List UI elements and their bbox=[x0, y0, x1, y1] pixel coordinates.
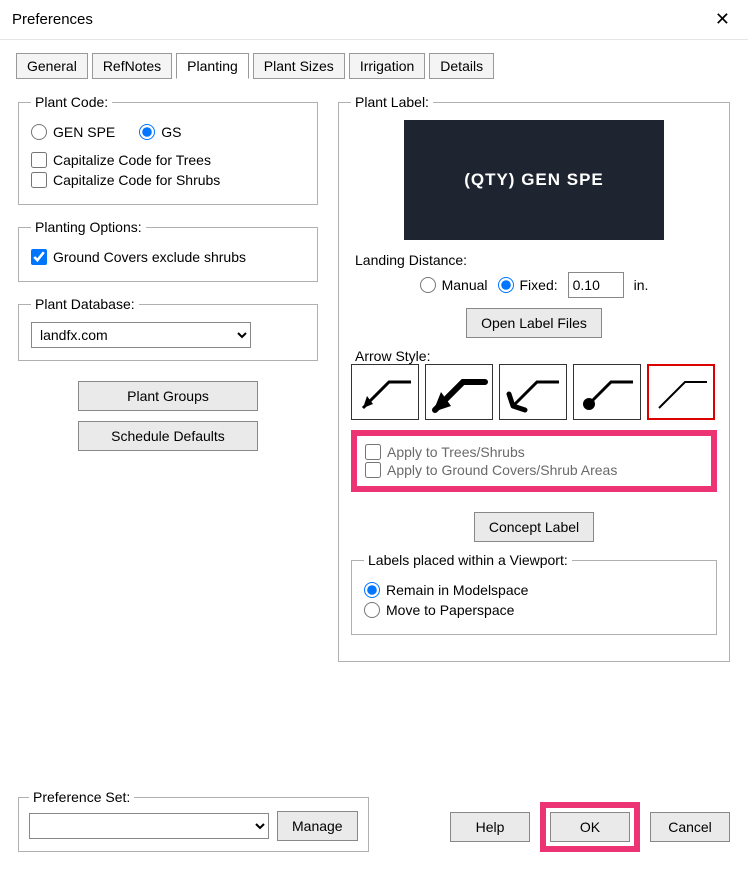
check-apply-trees[interactable]: Apply to Trees/Shrubs bbox=[365, 444, 703, 460]
window-title: Preferences bbox=[12, 11, 709, 28]
check-gc-exclude[interactable]: Ground Covers exclude shrubs bbox=[31, 249, 305, 265]
legend-plant-code: Plant Code: bbox=[31, 94, 112, 110]
close-icon[interactable]: ✕ bbox=[709, 9, 736, 30]
check-cap-trees[interactable]: Capitalize Code for Trees bbox=[31, 152, 305, 168]
radio-landing-manual-input[interactable] bbox=[420, 277, 436, 293]
check-gc-exclude-input[interactable] bbox=[31, 249, 47, 265]
arrow-style-1[interactable] bbox=[351, 364, 419, 420]
select-plant-database[interactable]: landfx.com bbox=[31, 322, 251, 348]
concept-label-button[interactable]: Concept Label bbox=[474, 512, 594, 542]
check-apply-trees-input[interactable] bbox=[365, 444, 381, 460]
schedule-defaults-button[interactable]: Schedule Defaults bbox=[78, 421, 258, 451]
radio-landing-fixed[interactable]: Fixed: bbox=[498, 277, 558, 293]
group-arrow-style: Arrow Style: bbox=[351, 348, 717, 502]
group-plant-code: Plant Code: GEN SPE GS Capitalize Code f… bbox=[18, 94, 318, 205]
check-cap-trees-input[interactable] bbox=[31, 152, 47, 168]
legend-arrow-style: Arrow Style: bbox=[351, 348, 434, 364]
radio-remain-modelspace-input[interactable] bbox=[364, 582, 380, 598]
group-plant-label: Plant Label: (QTY) GEN SPE Landing Dista… bbox=[338, 94, 730, 662]
legend-plant-database: Plant Database: bbox=[31, 296, 139, 312]
group-planting-options: Planting Options: Ground Covers exclude … bbox=[18, 219, 318, 282]
landing-unit: in. bbox=[634, 277, 649, 293]
tab-planting[interactable]: Planting bbox=[176, 53, 249, 79]
legend-planting-options: Planting Options: bbox=[31, 219, 146, 235]
tab-general[interactable]: General bbox=[16, 53, 88, 79]
highlight-ok: OK bbox=[540, 802, 640, 852]
group-viewport-labels: Labels placed within a Viewport: Remain … bbox=[351, 552, 717, 635]
radio-gs[interactable]: GS bbox=[139, 124, 181, 140]
radio-move-paperspace[interactable]: Move to Paperspace bbox=[364, 602, 704, 618]
check-apply-gc-input[interactable] bbox=[365, 462, 381, 478]
radio-remain-modelspace[interactable]: Remain in Modelspace bbox=[364, 582, 704, 598]
legend-viewport: Labels placed within a Viewport: bbox=[364, 552, 572, 568]
label-preview: (QTY) GEN SPE bbox=[404, 120, 664, 240]
cancel-button[interactable]: Cancel bbox=[650, 812, 730, 842]
radio-gen-spe-input[interactable] bbox=[31, 124, 47, 140]
group-landing-distance: Landing Distance: Manual Fixed: in. bbox=[351, 252, 717, 298]
highlight-apply-group: Apply to Trees/Shrubs Apply to Ground Co… bbox=[351, 430, 717, 492]
tab-details[interactable]: Details bbox=[429, 53, 494, 79]
radio-landing-fixed-input[interactable] bbox=[498, 277, 514, 293]
arrow-style-2[interactable] bbox=[425, 364, 493, 420]
tab-irrigation[interactable]: Irrigation bbox=[349, 53, 425, 79]
radio-landing-manual[interactable]: Manual bbox=[420, 277, 488, 293]
radio-move-paperspace-input[interactable] bbox=[364, 602, 380, 618]
check-apply-gc[interactable]: Apply to Ground Covers/Shrub Areas bbox=[365, 462, 703, 478]
titlebar: Preferences ✕ bbox=[0, 0, 748, 40]
tab-plant-sizes[interactable]: Plant Sizes bbox=[253, 53, 345, 79]
legend-plant-label: Plant Label: bbox=[351, 94, 433, 110]
check-cap-shrubs-input[interactable] bbox=[31, 172, 47, 188]
tab-strip: General RefNotes Planting Plant Sizes Ir… bbox=[0, 40, 748, 78]
group-preference-set: Preference Set: Manage bbox=[18, 789, 369, 852]
help-button[interactable]: Help bbox=[450, 812, 530, 842]
ok-button[interactable]: OK bbox=[550, 812, 630, 842]
arrow-style-5[interactable] bbox=[647, 364, 715, 420]
landing-value-input[interactable] bbox=[568, 272, 624, 298]
group-plant-database: Plant Database: landfx.com bbox=[18, 296, 318, 361]
manage-button[interactable]: Manage bbox=[277, 811, 358, 841]
radio-gs-input[interactable] bbox=[139, 124, 155, 140]
check-cap-shrubs[interactable]: Capitalize Code for Shrubs bbox=[31, 172, 305, 188]
arrow-style-4[interactable] bbox=[573, 364, 641, 420]
tab-refnotes[interactable]: RefNotes bbox=[92, 53, 172, 79]
plant-groups-button[interactable]: Plant Groups bbox=[78, 381, 258, 411]
select-preference-set[interactable] bbox=[29, 813, 269, 839]
open-label-files-button[interactable]: Open Label Files bbox=[466, 308, 602, 338]
legend-landing: Landing Distance: bbox=[351, 252, 471, 268]
radio-gen-spe[interactable]: GEN SPE bbox=[31, 124, 115, 140]
arrow-style-3[interactable] bbox=[499, 364, 567, 420]
legend-preference-set: Preference Set: bbox=[29, 789, 134, 805]
